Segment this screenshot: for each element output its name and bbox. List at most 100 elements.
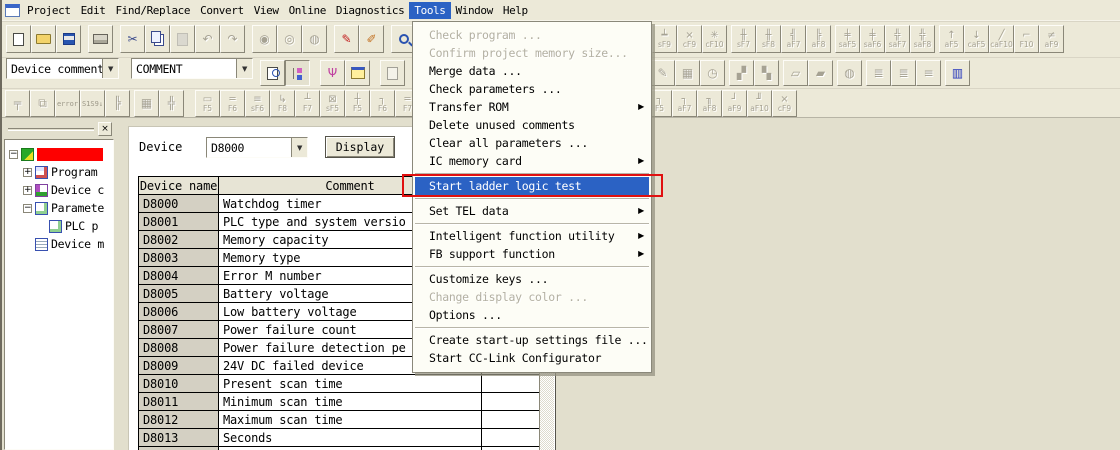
comment-cell[interactable]: Seconds [219,429,482,447]
tree-item-devicec[interactable]: +Device c [23,181,104,199]
device-name-cell[interactable]: D8008 [139,339,219,357]
menu-item-customize-keys[interactable]: Customize keys ... [413,270,651,288]
find-icon-button[interactable]: ◉ [252,25,277,53]
menubar-item-edit[interactable]: Edit [76,2,111,19]
device-name-cell[interactable]: D8003 [139,249,219,267]
ladder-symbol-icon-button[interactable]: ⌐F10 [1014,25,1039,53]
menu-item-start-ladder-logic-test[interactable]: Start ladder logic test [415,177,649,195]
window-cascade-icon-button[interactable]: ▱ [783,60,808,86]
comment-cell[interactable]: Minimum scan time [219,393,482,411]
monitor-write-mode-icon-button[interactable]: ✐ [359,25,384,53]
undo-icon-button[interactable]: ↶ [195,25,220,53]
menu-item-ic-memory-card[interactable]: IC memory card▶ [413,152,651,170]
tree-item-paramete[interactable]: −Paramete [23,199,104,217]
ladder-symbol-icon-button[interactable]: ↑aF5 [939,25,964,53]
close-icon[interactable]: × [98,122,112,136]
panel-grip-handle[interactable] [8,128,94,131]
menubar-item-help[interactable]: Help [498,2,533,19]
ladder-symbol-icon-button[interactable]: ╪saF6 [860,25,885,53]
menu-item-change-display-color[interactable]: Change display color ... [413,288,651,306]
ladder-fkey-icon-button[interactable]: ╖aF8 [697,90,722,117]
ladder-fkey-icon-button[interactable]: ≡sF6 [245,90,270,117]
find-device-icon-button[interactable]: ◎ [277,25,302,53]
comment-cell[interactable]: Maximum scan time [219,411,482,429]
menu-item-create-start-up-settings-file[interactable]: Create start-up settings file ... [413,331,651,349]
extra-cell[interactable] [482,411,542,429]
ladder-fkey-icon-button[interactable]: ┴F7 [295,90,320,117]
ladder-fkey-icon-button[interactable]: ┐F6 [370,90,395,117]
remote-operation-icon-button[interactable]: ◍ [837,60,862,86]
chevron-down-icon[interactable]: ▼ [102,59,118,78]
ladder-symbol-icon-button[interactable]: ╫sF7 [731,25,756,53]
menubar-item-project[interactable]: Project [22,2,76,19]
device-name-cell[interactable]: D8000 [139,195,219,213]
cut-icon-button[interactable]: ✂ [120,25,145,53]
display-button[interactable]: Display [325,136,395,158]
device-name-cell[interactable]: D8002 [139,231,219,249]
data-name-combobox[interactable]: COMMENT ▼ [131,58,253,79]
ladder-symbol-icon-button[interactable]: ≠aF9 [1039,25,1064,53]
ladder-monitor-2-icon-button[interactable]: ≣ [891,60,916,86]
device-name-cell[interactable]: D8004 [139,267,219,285]
ladder-fkey-icon-button[interactable]: ×cF9 [772,90,797,117]
chevron-down-icon[interactable]: ▼ [236,59,252,78]
ladder-fkey-icon-button[interactable]: ↳F8 [270,90,295,117]
extra-cell[interactable] [482,447,542,450]
tree-item-devicem[interactable]: Device m [23,235,104,253]
menu-item-check-program[interactable]: Check program ... [413,26,651,44]
menu-item-options[interactable]: Options ... [413,306,651,324]
device-test-1-icon-button[interactable]: ▞ [729,60,754,86]
device-name-cell[interactable]: D8009 [139,357,219,375]
ladder-symbol-icon-button[interactable]: ╣aF7 [781,25,806,53]
comment-cell[interactable]: Present scan time [219,375,482,393]
menu-item-transfer-rom[interactable]: Transfer ROM▶ [413,98,651,116]
device-list-icon-button[interactable] [345,60,370,86]
device-name-cell[interactable]: D8006 [139,303,219,321]
chevron-down-icon[interactable]: ▼ [291,138,307,157]
new-window-icon-button[interactable] [380,60,405,86]
extra-cell[interactable] [482,393,542,411]
menubar-item-convert[interactable]: Convert [195,2,249,19]
copy-icon-button[interactable] [145,25,170,53]
tree-item-project-root[interactable]: − [9,145,103,163]
tree-expander-icon[interactable]: + [23,186,32,195]
menubar-item-online[interactable]: Online [284,2,331,19]
redo-icon-button[interactable]: ↷ [220,25,245,53]
menu-item-check-parameters[interactable]: Check parameters ... [413,80,651,98]
device-name-cell[interactable]: D8010 [139,375,219,393]
print-icon-button[interactable] [88,25,113,53]
step-trace-icon-button[interactable]: S1S9↓ [80,90,105,117]
device-name-cell[interactable]: D8001 [139,213,219,231]
device-name-cell[interactable]: D8005 [139,285,219,303]
comment-edit-icon-button[interactable]: ✎ [650,60,675,86]
menu-item-start-cc-link-configurator[interactable]: Start CC-Link Configurator [413,349,651,367]
ladder-monitor-3-icon-button[interactable]: ≡ [916,60,941,86]
device-test-2-icon-button[interactable]: ▚ [754,60,779,86]
device-name-cell[interactable]: D8007 [139,321,219,339]
monitor-stop-icon-button[interactable]: ⧉ [30,90,55,117]
paste-icon-button[interactable] [170,25,195,53]
device-name-cell[interactable]: D8011 [139,393,219,411]
ladder-symbol-icon-button[interactable]: ╱caF10 [989,25,1014,53]
tree-expander-icon[interactable]: − [23,204,32,213]
menu-item-merge-data[interactable]: Merge data ... [413,62,651,80]
device-combobox[interactable]: D8000 ▼ [206,137,308,158]
ladder-symbol-icon-button[interactable]: ↓caF5 [964,25,989,53]
clock-setting-icon-button[interactable]: ◷ [700,60,725,86]
ladder-symbol-icon-button[interactable]: ╪saF5 [835,25,860,53]
ladder-fkey-icon-button[interactable]: ┐aF7 [672,90,697,117]
menu-item-set-tel-data[interactable]: Set TEL data▶ [413,202,651,220]
menu-item-intelligent-function-utility[interactable]: Intelligent function utility▶ [413,227,651,245]
tree-item-plcp[interactable]: PLC p [37,217,98,235]
ladder-fkey-icon-button[interactable]: ┼F5 [345,90,370,117]
menu-item-fb-support-function[interactable]: FB support function▶ [413,245,651,263]
ladder-fkey-icon-button[interactable]: ┘aF9 [722,90,747,117]
extra-cell[interactable] [482,375,542,393]
ladder-symbol-icon-button[interactable]: ╬saF8 [910,25,935,53]
menu-item-clear-all-parameters[interactable]: Clear all parameters ... [413,134,651,152]
menu-item-confirm-project-memory-size[interactable]: Confirm project memory size... [413,44,651,62]
window-tile-icon-button[interactable]: ▰ [808,60,833,86]
ladder-fkey-icon-button[interactable]: ⊠sF5 [320,90,345,117]
comment-cell[interactable] [219,447,482,450]
ladder-symbol-icon-button[interactable]: ╠aF8 [806,25,831,53]
